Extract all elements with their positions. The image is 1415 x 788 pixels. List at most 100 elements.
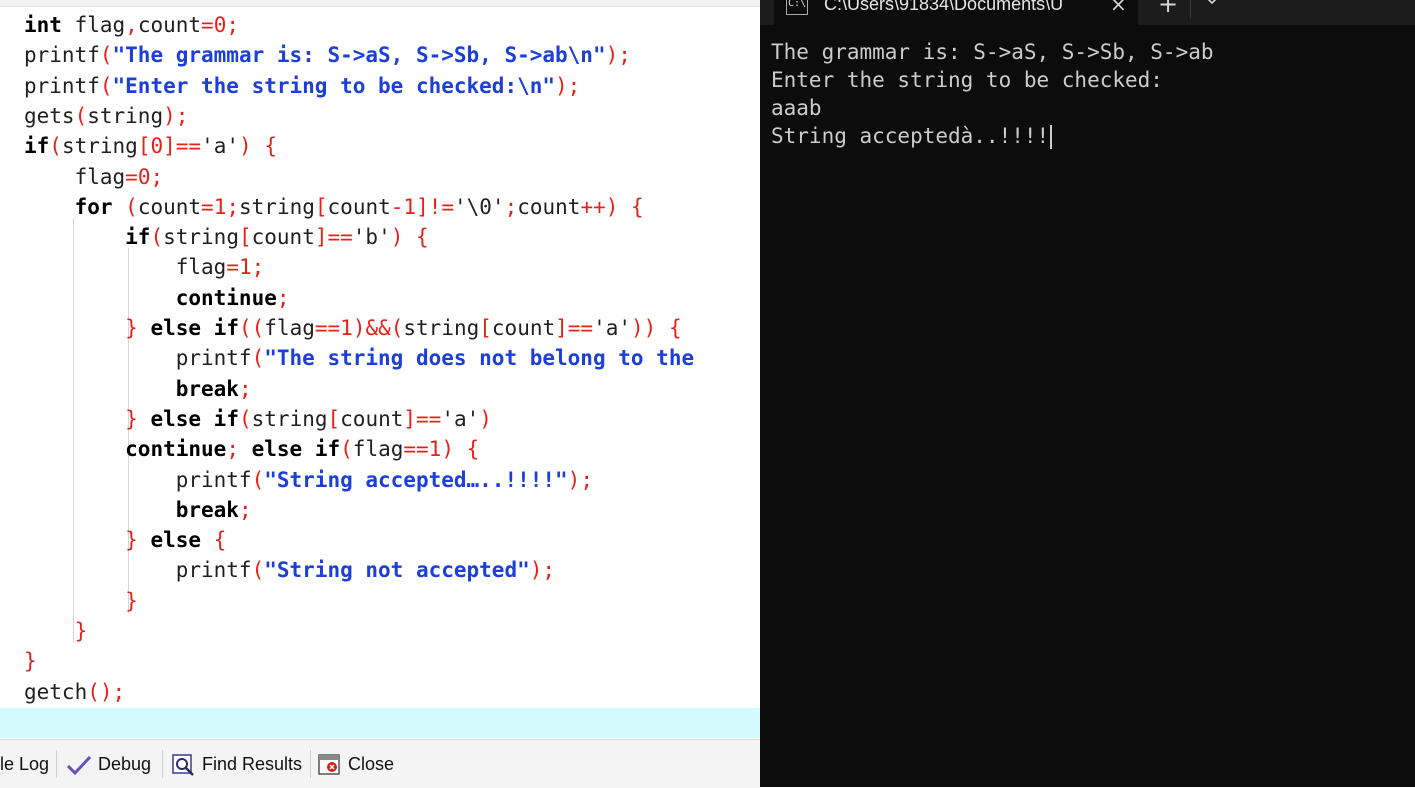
code-token: ; [251,255,265,280]
code-token: ( [340,437,353,462]
code-token: flag [61,13,126,37]
code-token: 1 [403,194,417,219]
code-token: count [327,194,391,219]
new-tab-icon[interactable]: + [1158,0,1178,18]
code-line[interactable]: break; [24,374,252,404]
code-token: } [125,316,138,340]
code-line[interactable]: flag=0; [24,162,164,192]
code-token: continue [175,285,277,310]
code-token: break [175,497,239,522]
code-token: 0 [137,164,151,189]
tab-divider [56,750,57,778]
code-line[interactable]: } [24,586,138,616]
code-line[interactable]: printf("The string does not belong to th… [24,343,694,373]
code-token: 'a' [201,134,239,159]
code-token: getch [24,679,88,704]
code-token: string [251,406,328,431]
code-token: == [403,437,429,462]
terminal-result-text: String acceptedà..!!!! [771,124,1050,148]
code-token: int [24,13,62,37]
code-token: flag [264,316,315,340]
code-line[interactable]: if(string[0]=='a') { [24,131,277,161]
tab-bar-divider [1190,0,1191,18]
debug-check-icon [66,756,92,776]
tab-divider [310,750,311,778]
code-token: { [631,194,644,219]
tab-close-icon[interactable]: × [1110,0,1127,16]
code-line[interactable]: for (count=1;string[count-1]!='\0';count… [24,192,644,222]
code-line[interactable]: if(string[count]=='b') { [24,222,429,252]
code-token: = [125,164,138,189]
code-line[interactable]: flag=1; [24,252,265,282]
code-token: string [403,316,480,340]
close-panel-tab[interactable]: Close [318,750,394,778]
code-token: printf [24,558,252,583]
terminal-output-line: The grammar is: S->aS, S->Sb, S->ab [771,40,1214,64]
code-token: ); [605,43,631,68]
compile-log-tab[interactable]: le Log [0,750,49,778]
code-line[interactable]: continue; else if(flag==1) { [24,434,479,464]
code-line[interactable]: getch(); [24,677,125,707]
code-token: [ [327,406,341,431]
code-token: [ [314,194,328,219]
code-token: "Enter the string to be checked:\n" [112,73,556,98]
code-token: ( [99,73,113,98]
code-token: ]== [163,134,202,159]
code-token: ; [238,376,252,401]
code-token: } [125,528,138,553]
code-line[interactable]: printf("The grammar is: S->aS, S->Sb, S-… [24,40,631,70]
code-line[interactable]: printf("String accepted…..!!!!"); [24,465,593,495]
code-editor[interactable]: int flag,count=0; printf("The grammar is:… [0,0,760,787]
editor-top-strip [0,0,760,7]
code-token: string [87,103,164,128]
find-results-tab[interactable]: Find Results [172,750,302,778]
code-line[interactable]: break; [24,495,252,525]
code-token: ) [441,437,454,462]
code-line[interactable]: printf("Enter the string to be checked:\… [24,71,580,101]
code-token: ]== [314,225,353,250]
code-line[interactable]: continue; [24,283,290,313]
chevron-down-icon[interactable] [1205,0,1219,6]
code-line[interactable]: gets(string); [24,101,188,131]
debug-tab[interactable]: Debug [66,750,151,778]
code-line[interactable]: } else { [24,525,226,555]
find-results-icon [172,754,194,777]
code-token: - [390,194,404,219]
code-token: ); [163,103,189,128]
code-token: , [125,13,138,37]
code-token: [ [479,316,492,340]
terminal-tab[interactable]: C:\ C:\Users\91834\Documents\U × [774,0,1138,25]
code-line[interactable]: } else if((flag==1)&&(string[count]=='a'… [24,313,681,343]
code-token: ; [276,285,290,310]
terminal-window[interactable]: C:\ C:\Users\91834\Documents\U × + The g… [760,0,1415,787]
code-token: } [74,619,88,643]
code-token: ( [238,406,252,431]
code-line[interactable]: int flag,count=0; [24,10,239,40]
code-token: "The string does not belong to the [264,346,695,371]
code-line[interactable]: } [24,646,37,676]
bottom-panel-tabs: le Log Debug Find Results Close [0,739,760,788]
code-line[interactable]: } [24,616,88,646]
code-line[interactable]: } else if(string[count]=='a') [24,404,492,434]
code-line[interactable]: printf("String not accepted"); [24,555,555,585]
code-token: count [491,316,556,340]
code-token: flag [24,164,126,189]
code-token: ); [529,558,556,583]
find-results-label: Find Results [202,754,303,774]
code-token: ; [150,164,164,189]
code-token: else if [251,437,341,462]
code-token: == [314,316,341,340]
code-token: count [137,13,202,37]
code-token: 'b' [352,225,391,250]
code-token: printf [24,467,252,492]
